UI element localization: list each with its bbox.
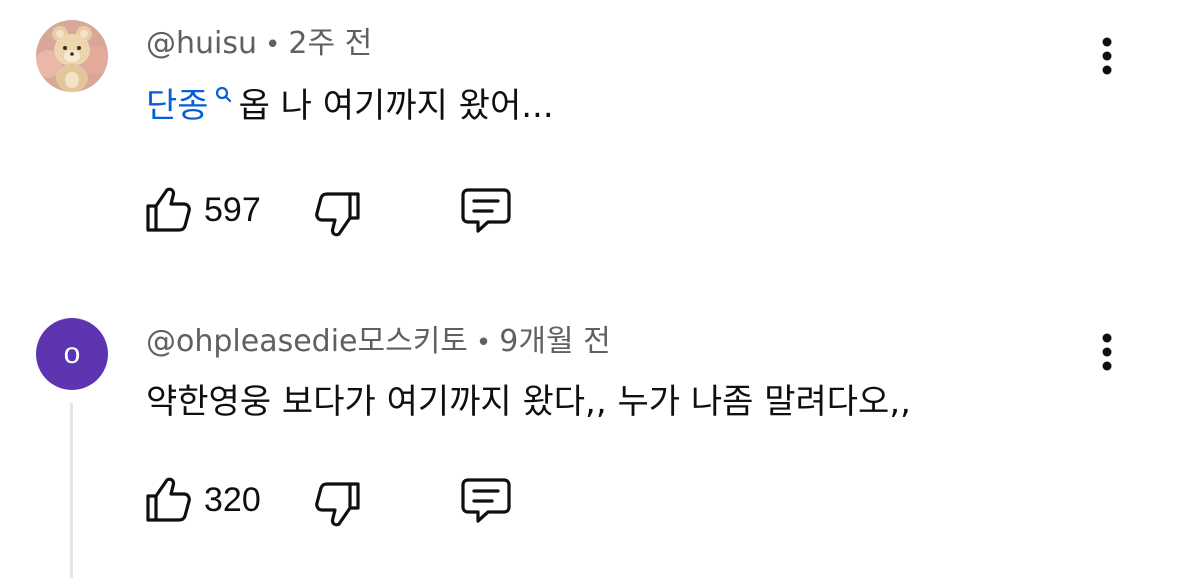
comment-thread: o @ohpleasedie모스키토 • 9개월 전 약한영웅 보다가 여기까지 왔… bbox=[0, 300, 1179, 578]
like-icon[interactable] bbox=[140, 180, 194, 240]
like-count: 320 bbox=[204, 481, 261, 519]
search-link[interactable]: 단종 bbox=[146, 86, 209, 126]
more-options-icon[interactable] bbox=[1090, 34, 1124, 78]
comment-time[interactable]: 9개월 전 bbox=[499, 324, 610, 359]
avatar[interactable] bbox=[36, 20, 108, 92]
author-name[interactable]: @huisu bbox=[146, 26, 257, 61]
comment-actions: 320 bbox=[140, 470, 540, 530]
author-name[interactable]: @ohpleasedie모스키토 bbox=[146, 324, 468, 359]
comment-meta: @huisu • 2주 전 bbox=[146, 24, 372, 65]
reply-icon[interactable] bbox=[458, 180, 514, 240]
comment-thread: @huisu • 2주 전 단종 옵 나 여기까지 왔어... 597 bbox=[0, 0, 1179, 270]
comment-meta: @ohpleasedie모스키토 • 9개월 전 bbox=[146, 322, 611, 363]
avatar-letter: o bbox=[63, 337, 81, 370]
dislike-icon[interactable] bbox=[312, 470, 366, 530]
comment-text: 약한영웅 보다가 여기까지 왔다,, 누가 나좀 말려다오,, bbox=[146, 380, 911, 424]
search-icon[interactable] bbox=[213, 84, 233, 114]
separator-dot: • bbox=[475, 328, 492, 358]
more-options-icon[interactable] bbox=[1090, 330, 1124, 374]
like-count: 597 bbox=[204, 191, 261, 229]
teddy-bear-avatar-icon bbox=[36, 20, 108, 92]
comment-body: 약한영웅 보다가 여기까지 왔다,, 누가 나좀 말려다오,, bbox=[146, 382, 911, 422]
comment-text: 단종 옵 나 여기까지 왔어... bbox=[146, 84, 554, 128]
comment-actions: 597 bbox=[140, 180, 540, 240]
separator-dot: • bbox=[265, 30, 281, 60]
avatar[interactable]: o bbox=[36, 318, 108, 390]
reply-icon[interactable] bbox=[458, 470, 514, 530]
reply-thread-line bbox=[70, 403, 73, 578]
like-icon[interactable] bbox=[140, 470, 194, 530]
dislike-icon[interactable] bbox=[312, 180, 366, 240]
comment-body: 옵 나 여기까지 왔어... bbox=[238, 86, 554, 126]
comment-time[interactable]: 2주 전 bbox=[288, 26, 372, 61]
